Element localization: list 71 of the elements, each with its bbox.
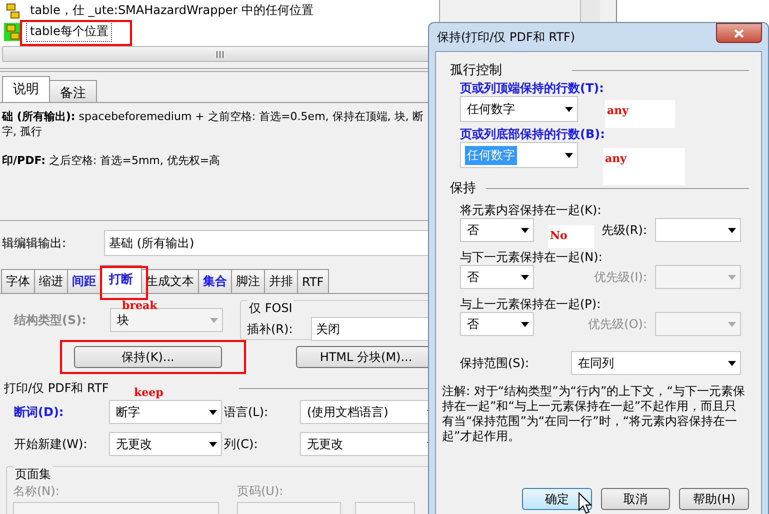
field-label: 保持范围(S): <box>460 354 530 372</box>
dropdown-field[interactable]: 任何数字 <box>460 96 578 122</box>
group-title: 打印/仅 PDF和 RTF <box>4 380 109 396</box>
mouse-pointer-icon <box>578 492 592 514</box>
annotation-text: any <box>605 100 675 128</box>
tab[interactable]: RTF <box>297 269 329 293</box>
field-label: 页码(U): <box>237 482 284 500</box>
field-label: 与下一元素保持在一起(N): <box>460 249 602 265</box>
dropdown-field[interactable]: 否 <box>460 265 534 289</box>
dropdown-field[interactable] <box>655 218 741 242</box>
dialog-button[interactable]: 帮助(H) <box>679 488 750 510</box>
dropdown-arrow-icon <box>521 274 529 280</box>
annotation-text: No <box>548 225 594 248</box>
dropdown-arrow-icon <box>728 228 736 232</box>
dialog-button[interactable]: 确定 <box>522 488 592 510</box>
field-label: 将元素内容保持在一起(K): <box>460 202 602 218</box>
field-label: 页或列底部保持的行数(B): <box>460 126 605 142</box>
dropdown-arrow-icon <box>521 228 529 232</box>
dropdown-arrow-icon <box>521 322 529 326</box>
close-icon <box>734 28 744 38</box>
field-label: 名称(N): <box>13 482 60 500</box>
description-text: 础 (所有输出): spacebeforemedium + 之前空格: 首选=0.5em, 保持在顶端, 块, 断字, 孤行 <box>2 109 424 139</box>
dialog-title: 保持(打印/仅 PDF和 RTF) <box>437 28 576 46</box>
field-label: 结构类型(S): <box>14 312 86 328</box>
field-label: 开始新建(W): <box>14 436 88 452</box>
tab[interactable]: 备注 <box>49 80 97 102</box>
dropdown-field[interactable]: 否 <box>460 218 534 242</box>
field-label: 优先级(O): <box>588 316 647 332</box>
group-title: 页面集 <box>13 466 53 483</box>
tree-item[interactable]: table每个位置 <box>26 21 112 42</box>
field-label: 插补(R): <box>247 320 293 338</box>
tab[interactable]: 说明 <box>2 76 50 102</box>
dropdown-arrow-icon <box>210 318 218 322</box>
dropdown-arrow-icon <box>728 360 736 366</box>
keep-button[interactable]: 保持(K)... <box>74 346 222 368</box>
tab[interactable]: 字体 <box>1 269 35 293</box>
tree-item[interactable]: table，仕 _ute:SMAHazardWrapper 中的任何位置 <box>26 0 318 21</box>
close-button[interactable] <box>716 23 762 43</box>
group-title: 仅 FOSI <box>247 300 294 317</box>
tab[interactable]: 缩进 <box>34 269 68 293</box>
dropdown-arrow-icon <box>728 274 736 280</box>
dropdown-arrow-icon <box>209 442 217 446</box>
highlight-frame <box>100 266 148 300</box>
tab[interactable]: 间距 <box>67 269 101 293</box>
group-title: 保持 <box>450 180 476 197</box>
description-text: 印/PDF: 之后空格: 首选=5mm, 优先权=高 <box>2 153 222 168</box>
field-label: 语言(L): <box>224 404 268 420</box>
annotation-text: any <box>603 148 685 185</box>
field-label: 与上一元素保持在一起(P): <box>460 296 601 312</box>
dropdown-arrow-icon <box>209 410 217 414</box>
dropdown-arrow-icon <box>728 322 736 326</box>
field-label: 断词(D): <box>14 404 64 420</box>
note-text: 注解: 对于“结构类型”为“行内”的上下文，“与下一元素保持在一起”和“与上一元素保持在一起”不起作用，而且只有当“保持范围”为“在同一行”时，“将元素内容保持在一起”才起作用。 <box>442 384 745 444</box>
dropdown-field[interactable]: 在同列 <box>571 351 741 375</box>
field-label: 辑编辑输出: <box>2 234 66 252</box>
tab[interactable]: 并排 <box>264 269 298 293</box>
field-label: 先级(R): <box>601 222 647 238</box>
grip-icon <box>216 50 224 58</box>
dropdown-field[interactable]: 断字 <box>109 400 222 424</box>
field-label: 页或列顶端保持的行数(T): <box>460 80 604 96</box>
dropdown-field[interactable]: 无更改 <box>109 432 222 456</box>
dialog-button[interactable]: 取消 <box>600 488 670 510</box>
tab[interactable]: 集合 <box>198 269 232 293</box>
dropdown-field[interactable]: 否 <box>460 312 534 336</box>
group-title: 孤行控制 <box>450 62 502 79</box>
dropdown-arrow-icon <box>565 152 573 158</box>
tab[interactable]: 脚注 <box>231 269 265 293</box>
field-label: 列(C): <box>224 436 258 452</box>
field-label: 优先级(I): <box>594 268 647 286</box>
annotation-text: keep <box>133 386 164 399</box>
dropdown-arrow-icon <box>565 106 573 112</box>
